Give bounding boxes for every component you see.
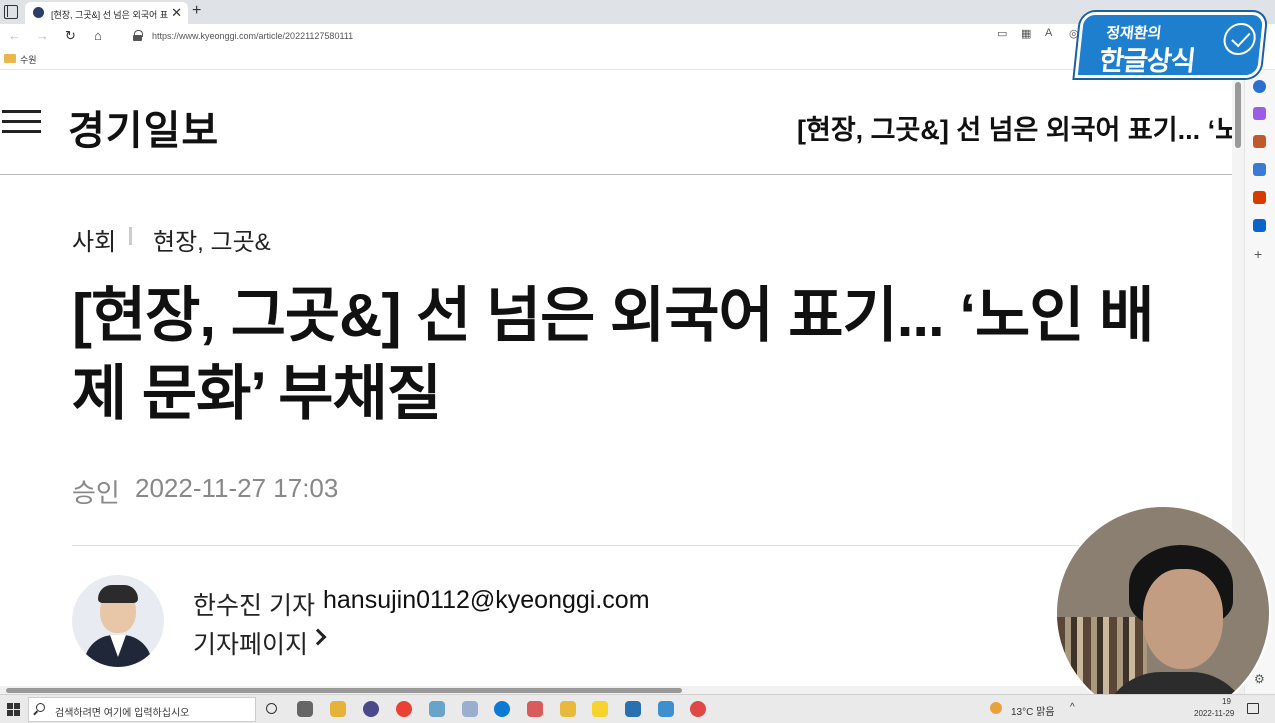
forward-icon[interactable]: → [36, 28, 49, 43]
scroll-thumb-horizontal[interactable] [6, 688, 682, 693]
weather-moon-icon [990, 702, 1002, 714]
clock-time[interactable]: 19 [1222, 697, 1231, 706]
add-sidebar-icon[interactable]: + [1254, 246, 1262, 262]
show-title-badge: 정재환의 한글상식 [1074, 12, 1267, 78]
cortana-icon[interactable] [266, 703, 277, 714]
search-icon[interactable] [1253, 80, 1266, 93]
task-view-icon[interactable] [297, 701, 313, 717]
windows-start-icon[interactable] [7, 703, 20, 716]
menu-icon[interactable] [2, 110, 41, 134]
app-icon[interactable] [560, 701, 576, 717]
folder-icon [4, 54, 16, 63]
weather-text[interactable]: 13°C 맑음 [1011, 703, 1055, 718]
approved-label: 승인 [72, 478, 120, 508]
taskbar-search-input[interactable]: 검색하려면 여기에 입력하십시오 [28, 697, 256, 722]
url-text: https://www.kyeonggi.com/article/2022112… [152, 31, 354, 41]
app-icon[interactable] [462, 701, 478, 717]
office-icon[interactable] [1253, 191, 1266, 204]
outlook-icon[interactable] [1253, 219, 1266, 232]
badge-title: 한글상식 [1097, 46, 1197, 76]
shopping-icon[interactable] [1253, 135, 1266, 148]
chrome-icon[interactable] [396, 701, 412, 717]
paint-icon[interactable] [527, 701, 543, 717]
new-tab-icon[interactable]: + [192, 2, 201, 20]
kakaotalk-icon[interactable] [592, 701, 608, 717]
app-icon[interactable] [658, 701, 674, 717]
browser-tab[interactable]: [현장, 그곳&] 선 넘은 외국어 표 ✕ [25, 2, 188, 24]
favorite-folder-suwon[interactable]: 수원 [20, 53, 37, 66]
windows-taskbar: 검색하려면 여기에 입력하십시오 13°C 맑음 ^ 19 2022-11-29 [0, 694, 1275, 723]
meta-divider [72, 545, 1232, 546]
back-icon[interactable]: ← [8, 28, 21, 43]
tracking-prevention-icon[interactable]: ◎ [1069, 27, 1079, 40]
reporter-email[interactable]: hansujin0112@kyeonggi.com [323, 586, 650, 615]
edge-icon[interactable] [494, 701, 510, 717]
site-logo[interactable]: 경기일보 [68, 98, 219, 156]
reporter-page-link[interactable]: 기자페이지 [193, 625, 308, 661]
qr-code-icon[interactable]: ▦ [1021, 27, 1031, 40]
refresh-icon[interactable]: ↻ [65, 28, 76, 44]
copilot-icon[interactable] [1253, 107, 1266, 120]
settings-gear-icon[interactable]: ⚙ [1254, 672, 1265, 686]
tab-actions-icon[interactable] [4, 5, 18, 19]
app-icon[interactable] [429, 701, 445, 717]
reporter-name: 한수진 기자 [193, 592, 315, 620]
app-available-icon[interactable]: ▭ [997, 27, 1007, 40]
checkmark-icon [1221, 23, 1258, 55]
search-icon [36, 703, 45, 712]
webcam-overlay [1055, 505, 1271, 721]
notification-icon[interactable] [1247, 703, 1259, 714]
article-headline: [현장, 그곳&] 선 넘은 외국어 표기... ‘노인 배제 문화’ 부채질 [72, 282, 1154, 427]
tab-close-icon[interactable]: ✕ [171, 5, 182, 21]
games-icon[interactable] [1253, 163, 1266, 176]
read-aloud-icon[interactable]: A [1045, 27, 1052, 39]
search-placeholder: 검색하려면 여기에 입력하십시오 [55, 708, 190, 719]
url-field[interactable]: https://www.kyeonggi.com/article/2022112… [124, 27, 1084, 46]
lock-icon [133, 30, 143, 41]
site-favicon-icon [33, 7, 44, 18]
header-divider [0, 174, 1232, 175]
category-link[interactable]: 사회 [72, 222, 116, 257]
tab-title: [현장, 그곳&] 선 넘은 외국어 표 [51, 10, 169, 20]
tray-chevron-icon[interactable]: ^ [1070, 702, 1075, 713]
reporter-avatar[interactable] [72, 575, 164, 667]
file-explorer-icon[interactable] [330, 701, 346, 717]
approved-date: 2022-11-27 17:03 [135, 473, 339, 503]
category-divider [129, 227, 132, 245]
clock-date[interactable]: 2022-11-29 [1194, 709, 1234, 718]
scroll-thumb[interactable] [1235, 82, 1241, 148]
app-icon[interactable] [363, 701, 379, 717]
app-icon[interactable] [690, 701, 706, 717]
header-article-title: [현장, 그곳&] 선 넘은 외국어 표기... ‘노 [797, 115, 1232, 145]
home-icon[interactable]: ⌂ [94, 28, 102, 43]
chevron-right-icon[interactable] [309, 628, 327, 646]
subcategory-link[interactable]: 현장, 그곳& [153, 222, 271, 257]
photos-icon[interactable] [625, 701, 641, 717]
article-page: 경기일보 [현장, 그곳&] 선 넘은 외국어 표기... ‘노 사회 현장, … [0, 70, 1232, 686]
